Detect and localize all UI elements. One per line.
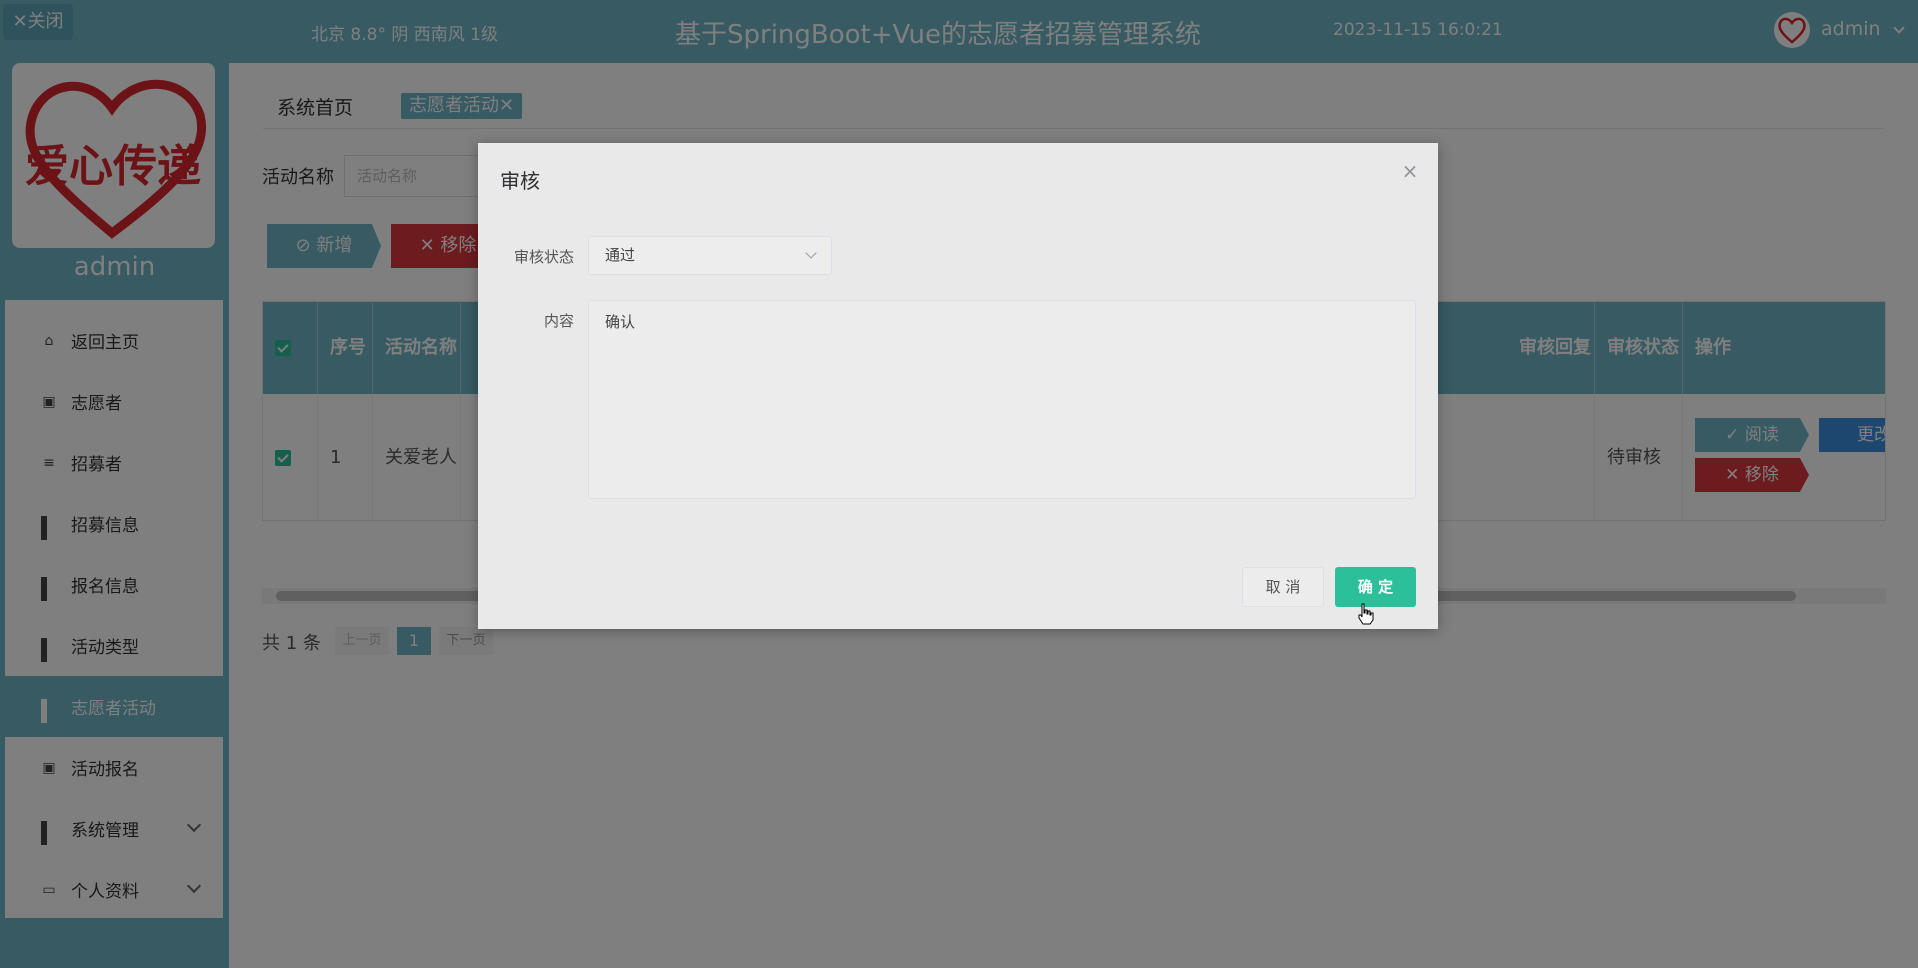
dialog-title: 审核 — [500, 169, 540, 193]
status-select-value: 通过 — [605, 246, 636, 264]
close-icon[interactable]: × — [1400, 161, 1420, 181]
content-label: 内容 — [543, 312, 574, 330]
status-label: 审核状态 — [513, 248, 574, 266]
review-dialog: 审核 × 审核状态 通过 内容 确认 取 消 确 定 — [478, 143, 1438, 629]
confirm-button[interactable]: 确 定 — [1335, 567, 1416, 607]
content-textarea[interactable]: 确认 — [588, 300, 1416, 499]
cancel-button[interactable]: 取 消 — [1242, 567, 1324, 607]
chevron-down-icon — [805, 247, 817, 259]
hand-cursor-icon — [1358, 603, 1374, 625]
status-select[interactable]: 通过 — [588, 236, 832, 275]
